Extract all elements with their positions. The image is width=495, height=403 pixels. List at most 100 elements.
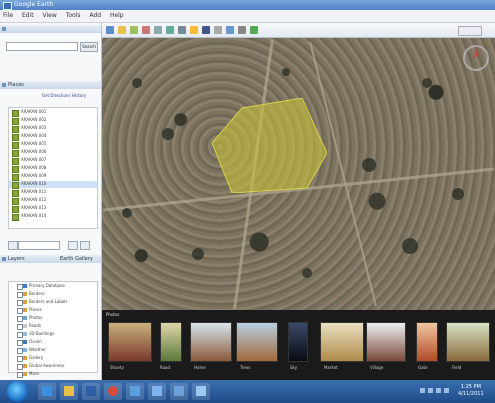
places-panel-header[interactable]: Places (0, 81, 101, 89)
checkbox-icon[interactable] (12, 134, 19, 141)
taskbar-app[interactable] (170, 383, 188, 400)
highlighted-polygon-overlay[interactable] (212, 98, 327, 193)
history-icon[interactable] (178, 26, 186, 34)
place-item[interactable]: ARAKAN 005 (9, 141, 97, 149)
placemark-icon[interactable] (118, 26, 126, 34)
photo-thumbnail[interactable] (236, 322, 278, 362)
checkbox-icon[interactable] (12, 166, 19, 173)
place-item[interactable]: ARAKAN 003 (9, 125, 97, 133)
place-item[interactable]: ARAKAN 006 (9, 149, 97, 157)
sign-in-button[interactable] (458, 26, 482, 36)
search-input[interactable] (6, 42, 78, 51)
tour-icon[interactable] (166, 26, 174, 34)
layer-item[interactable]: Photos (9, 315, 97, 322)
photo-caption: Sky (290, 365, 298, 370)
checkbox-icon[interactable] (12, 190, 19, 197)
menu-help[interactable]: Help (110, 12, 124, 19)
photo-thumbnail[interactable] (366, 322, 406, 362)
photo-thumbnail[interactable] (416, 322, 438, 362)
up-icon[interactable] (68, 241, 78, 250)
layer-item[interactable]: Places (9, 307, 97, 314)
taskbar-earth[interactable] (192, 383, 210, 400)
checkbox-icon[interactable] (12, 126, 19, 133)
photo-thumbnail[interactable] (320, 322, 364, 362)
place-item[interactable]: ARAKAN 002 (9, 117, 97, 125)
layer-item[interactable]: Ocean (9, 339, 97, 346)
layer-item[interactable]: Gallery (9, 355, 97, 362)
search-small-icon[interactable] (8, 241, 18, 250)
layer-item[interactable]: Roads (9, 323, 97, 330)
down-icon[interactable] (80, 241, 90, 250)
ruler-icon[interactable] (214, 26, 222, 34)
taskbar-ie[interactable] (38, 383, 56, 400)
layer-item[interactable]: 3D Buildings (9, 331, 97, 338)
taskbar-app[interactable] (148, 383, 166, 400)
place-item[interactable]: ARAKAN 014 (9, 213, 97, 221)
menu-file[interactable]: File (3, 12, 13, 19)
map-toolbar (102, 23, 495, 38)
taskbar-media[interactable] (82, 383, 100, 400)
layer-item[interactable]: Borders and Labels (9, 299, 97, 306)
place-item[interactable]: ARAKAN 013 (9, 205, 97, 213)
start-button[interactable] (7, 381, 28, 402)
place-item[interactable]: ARAKAN 011 (9, 189, 97, 197)
photo-thumbnail[interactable] (446, 322, 490, 362)
checkbox-icon[interactable] (12, 174, 19, 181)
place-item[interactable]: ARAKAN 008 (9, 165, 97, 173)
menu-edit[interactable]: Edit (22, 12, 34, 19)
search-links[interactable]: Get Directions History (42, 93, 96, 98)
tray-icon[interactable] (420, 388, 425, 393)
app-icon (3, 2, 12, 10)
volume-icon[interactable] (436, 388, 441, 393)
checkbox-icon[interactable] (12, 150, 19, 157)
checkbox-icon[interactable] (12, 206, 19, 213)
network-icon[interactable] (444, 388, 449, 393)
checkbox-icon[interactable] (12, 110, 19, 117)
checkbox-icon[interactable] (12, 214, 19, 221)
checkbox-icon[interactable] (12, 118, 19, 125)
taskbar-chrome[interactable] (104, 383, 122, 400)
checkbox-icon[interactable] (12, 158, 19, 165)
print-icon[interactable] (238, 26, 246, 34)
polygon-icon[interactable] (130, 26, 138, 34)
planet-icon[interactable] (202, 26, 210, 34)
photo-thumbnail[interactable] (108, 322, 152, 362)
layer-item[interactable]: Global Awareness (9, 363, 97, 370)
layers-panel-header[interactable]: Layers Earth Gallery (0, 255, 101, 263)
taskbar-app[interactable] (126, 383, 144, 400)
taskbar-clock[interactable]: 1:25 PM 4/11/2011 (458, 384, 484, 398)
menu-add[interactable]: Add (89, 12, 101, 19)
photo-thumbnail[interactable] (160, 322, 182, 362)
email-icon[interactable] (226, 26, 234, 34)
layer-item[interactable]: More (9, 371, 97, 378)
path-icon[interactable] (142, 26, 150, 34)
overlay-icon[interactable] (154, 26, 162, 34)
navigation-compass-icon[interactable] (462, 44, 490, 72)
photo-thumbnail[interactable] (190, 322, 232, 362)
place-item[interactable]: ARAKAN 007 (9, 157, 97, 165)
satellite-map-view[interactable] (102, 38, 495, 310)
hide-sidebar-icon[interactable] (106, 26, 114, 34)
menu-view[interactable]: View (43, 12, 57, 19)
place-item[interactable]: ARAKAN 009 (9, 173, 97, 181)
layer-item[interactable]: Weather (9, 347, 97, 354)
checkbox-icon[interactable] (12, 182, 19, 189)
layer-item[interactable]: Primary Database (9, 283, 97, 290)
place-item[interactable]: ARAKAN 001 (9, 109, 97, 117)
photo-thumbnail[interactable] (288, 322, 308, 362)
checkbox-icon[interactable] (12, 198, 19, 205)
layer-item[interactable]: Borders (9, 291, 97, 298)
sun-icon[interactable] (190, 26, 198, 34)
checkbox-icon[interactable] (12, 142, 19, 149)
search-panel-header[interactable] (0, 25, 101, 33)
place-item-selected[interactable]: ARAKAN 010 (9, 181, 97, 189)
place-item[interactable]: ARAKAN 004 (9, 133, 97, 141)
places-filter-input[interactable] (18, 241, 60, 250)
search-button[interactable]: Search (80, 42, 98, 52)
maps-icon[interactable] (250, 26, 258, 34)
menu-tools[interactable]: Tools (66, 12, 81, 19)
place-item[interactable]: ARAKAN 012 (9, 197, 97, 205)
tray-icon[interactable] (428, 388, 433, 393)
photo-caption: Field (452, 365, 462, 370)
taskbar-explorer[interactable] (60, 383, 78, 400)
